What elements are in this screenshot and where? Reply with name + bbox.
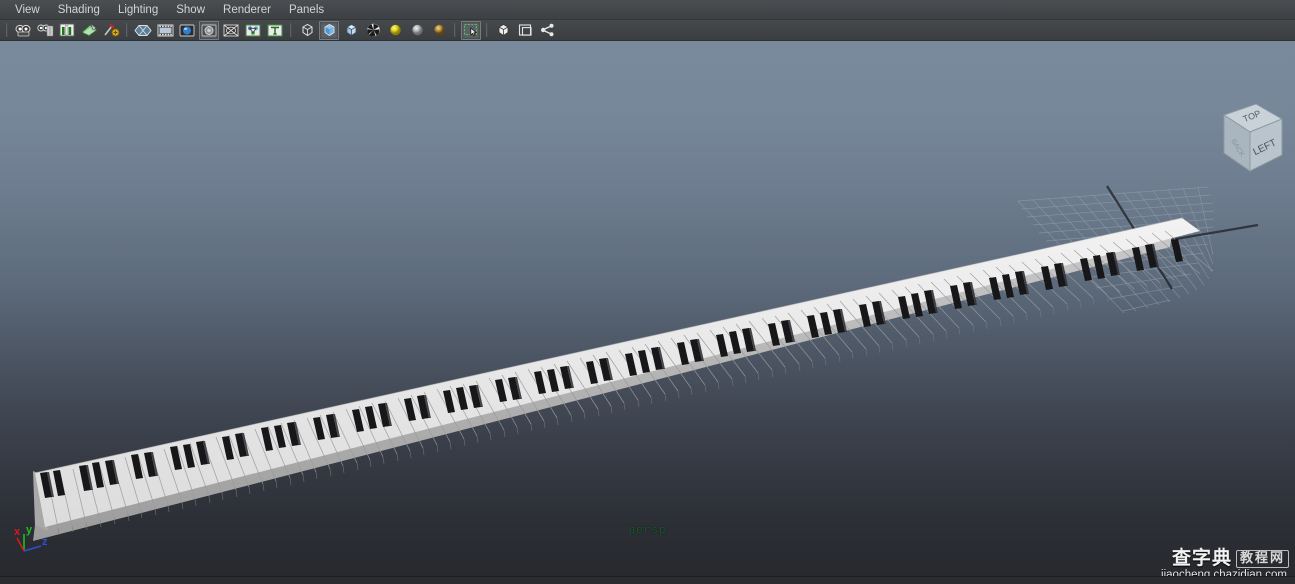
shadows-icon[interactable]: [429, 21, 449, 40]
xray-icon[interactable]: [221, 21, 241, 40]
menu-item-renderer[interactable]: Renderer: [214, 0, 280, 20]
use-default-light-icon[interactable]: [385, 21, 405, 40]
shaded-wireframe-icon[interactable]: [341, 21, 361, 40]
menu-item-lighting[interactable]: Lighting: [109, 0, 167, 20]
viewport-toolbar: [0, 20, 1295, 41]
grid-display-icon[interactable]: [133, 21, 153, 40]
film-gate-icon[interactable]: [155, 21, 175, 40]
panel-layout-icon[interactable]: [515, 21, 535, 40]
toolbar-separator: [288, 23, 294, 38]
toolbar-separator: [124, 23, 130, 38]
bookmark-icon[interactable]: [57, 21, 77, 40]
camera-attributes-icon[interactable]: [35, 21, 55, 40]
smooth-shade-icon[interactable]: [319, 20, 339, 40]
menu-item-view[interactable]: View: [6, 0, 49, 20]
camera-icon[interactable]: [13, 21, 33, 40]
marquee-select-icon[interactable]: [461, 20, 481, 40]
menu-item-show[interactable]: Show: [167, 0, 214, 20]
key-front-ticks: [57, 279, 1176, 536]
image-plane-icon[interactable]: [79, 21, 99, 40]
joints-xray-icon[interactable]: [243, 21, 263, 40]
view-cube[interactable]: TOP LEFT BACK: [1198, 93, 1288, 181]
use-all-lights-icon[interactable]: [407, 21, 427, 40]
share-graph-icon[interactable]: [537, 21, 557, 40]
toolbar-separator: [452, 23, 458, 38]
menu-item-shading[interactable]: Shading: [49, 0, 109, 20]
watermark-brand-text: 查字典: [1171, 547, 1232, 569]
maya-viewport-window: View Shading Lighting Show Renderer Pane…: [0, 0, 1295, 584]
window-bottom-strip: [0, 576, 1295, 584]
textured-icon[interactable]: [363, 21, 383, 40]
scene-content: [33, 185, 1259, 541]
camera-name-label: persp: [628, 525, 667, 537]
resolution-gate-icon[interactable]: [177, 21, 197, 40]
two-d-pan-zoom-icon[interactable]: [101, 21, 121, 40]
text-display-icon[interactable]: [265, 21, 285, 40]
xray-cube-icon[interactable]: [493, 21, 513, 40]
keyboard-back-edge: [34, 217, 1183, 474]
wireframe-icon[interactable]: [297, 21, 317, 40]
watermark-boxed-text: 教程网: [1235, 549, 1289, 568]
viewport-menu-bar: View Shading Lighting Show Renderer Pane…: [0, 0, 1295, 20]
white-key-bed: [35, 218, 1200, 527]
3d-viewport[interactable]: TOP LEFT BACK y x z persp 查字典 教程网 jiaoch…: [0, 41, 1295, 584]
gate-mask-icon[interactable]: [199, 20, 219, 40]
watermark-brand-row: 查字典 教程网: [1147, 548, 1289, 569]
toolbar-separator: [484, 23, 490, 38]
menu-item-panels[interactable]: Panels: [280, 0, 333, 20]
axis-label-z: z: [42, 536, 48, 548]
piano-keyboard-model: [33, 217, 1214, 541]
toolbar-separator: [4, 23, 10, 38]
